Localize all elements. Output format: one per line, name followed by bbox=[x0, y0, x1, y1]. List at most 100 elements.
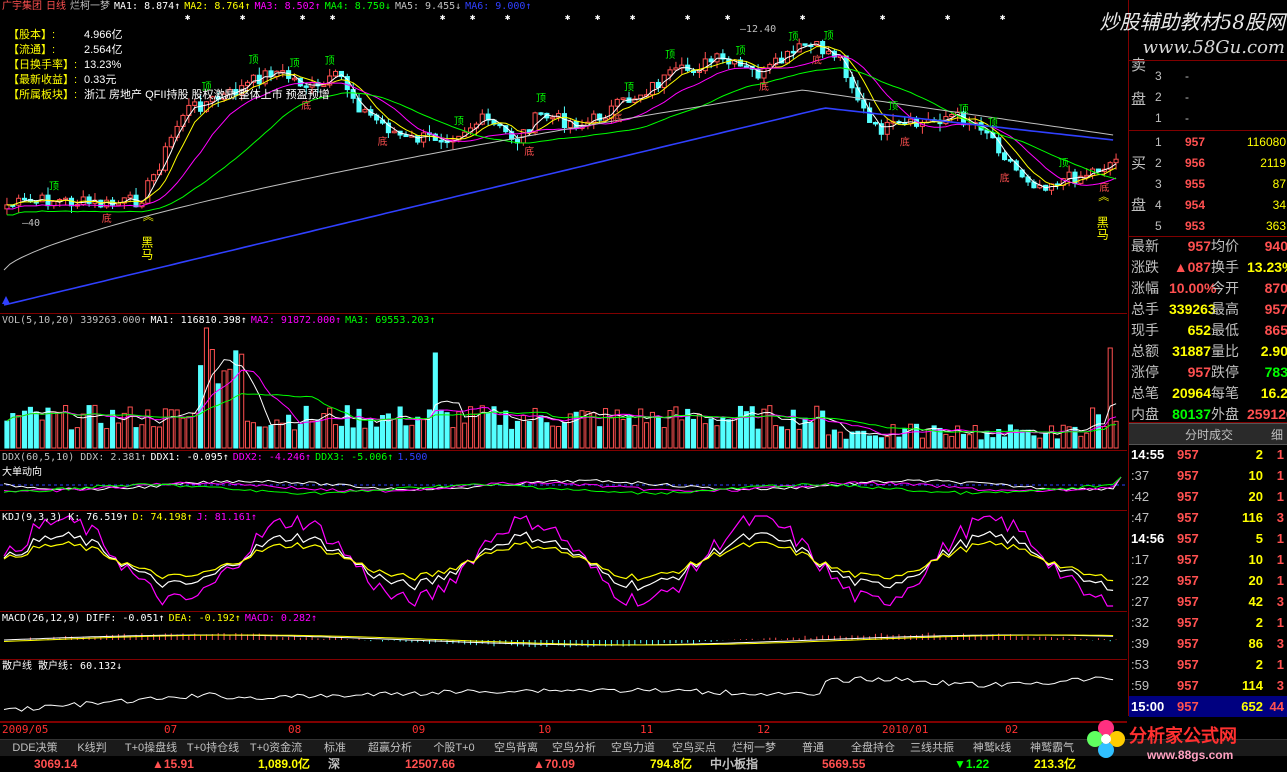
candle-body bbox=[21, 197, 28, 201]
volume-bar bbox=[280, 422, 286, 449]
volume-bar bbox=[127, 406, 133, 449]
watermark-top: 炒股辅助教材58股网 www.58Gu.com bbox=[1099, 10, 1285, 58]
volume-bar bbox=[156, 426, 163, 449]
tick-row: :42 957 20 1 bbox=[1131, 489, 1284, 504]
sidebar-divider bbox=[1129, 60, 1287, 61]
volume-bar bbox=[467, 406, 474, 449]
star-marker: ✱ bbox=[630, 13, 636, 23]
candle-body bbox=[362, 109, 368, 113]
volume-bar bbox=[867, 435, 873, 449]
formula-tab[interactable]: 全盘持仓 bbox=[845, 740, 901, 757]
bottom-marker: 底 bbox=[812, 54, 822, 67]
formula-tab[interactable]: 烂柯一梦 bbox=[727, 740, 781, 757]
volume-bar bbox=[362, 427, 368, 449]
volume-bar bbox=[221, 370, 227, 449]
top-marker: 顶 bbox=[624, 81, 634, 93]
formula-tab[interactable]: DDE决策 bbox=[6, 740, 64, 757]
formula-tab[interactable]: 空鸟力道 bbox=[606, 740, 660, 757]
kdj-chart[interactable] bbox=[0, 511, 1127, 611]
formula-tab[interactable]: T+0操盘线 bbox=[120, 740, 182, 757]
date-label: 09 bbox=[412, 723, 426, 736]
volume-bar bbox=[51, 411, 57, 449]
status-value: 12507.66 bbox=[405, 757, 456, 771]
formula-tab[interactable]: 普通 bbox=[785, 740, 841, 757]
ma-values: MA1: 8.874↑ MA2: 8.764↑ MA3: 8.502↑ MA4: 8.… bbox=[114, 1, 535, 12]
retail-panel[interactable]: 散户线 散户线: 60.132↓ bbox=[0, 660, 1127, 722]
candle-body bbox=[145, 180, 151, 204]
formula-tab[interactable]: 三线共振 bbox=[904, 740, 960, 757]
formula-tab[interactable]: K线判 bbox=[68, 740, 116, 757]
period-label: 日线 bbox=[46, 1, 66, 12]
retail-chart[interactable] bbox=[0, 660, 1127, 721]
volume-bar bbox=[990, 437, 996, 449]
ddx-panel[interactable]: DDX(60,5,10) DDX: 2.381↑ DDX1: -0.095↑ DDX… bbox=[0, 451, 1127, 511]
star-marker: ✱ bbox=[185, 13, 191, 23]
volume-bar bbox=[409, 424, 415, 449]
formula-tab[interactable]: 神鹫k线 bbox=[964, 740, 1020, 757]
kdj-panel[interactable]: KDJ(9,3,3) K: 76.519↑ D: 74.198↑ J: 81.161… bbox=[0, 511, 1127, 612]
date-label: 07 bbox=[164, 723, 178, 736]
volume-bar bbox=[268, 425, 274, 449]
volume-bar bbox=[972, 425, 978, 449]
star-marker: ✱ bbox=[1000, 13, 1006, 23]
kline-panel[interactable]: 顶顶顶顶顶顶顶顶顶顶顶顶顶顶顶顶底底底底底底底底底底 ︽ 黑马 ︽ 黑马 —12.40 —4… bbox=[0, 0, 1127, 314]
candle-body bbox=[127, 194, 133, 199]
volume-bar bbox=[931, 425, 937, 449]
volume-bar bbox=[808, 422, 814, 449]
volume-bar bbox=[767, 405, 773, 449]
tab-time-sales[interactable]: 分时成交 bbox=[1185, 426, 1233, 443]
vol-header-3: MA3: 69553.203↑ bbox=[345, 315, 436, 326]
formula-tab[interactable]: 超赢分析 bbox=[360, 740, 420, 757]
formula-tab[interactable]: T+0资金流 bbox=[243, 740, 309, 757]
volume-bar bbox=[843, 438, 849, 449]
formula-tab[interactable]: 标准 bbox=[313, 740, 357, 757]
volume-bar bbox=[462, 422, 468, 449]
volume-bar bbox=[655, 416, 661, 449]
candle-body bbox=[168, 136, 174, 148]
volume-bar bbox=[773, 425, 779, 449]
top-marker: 顶 bbox=[536, 92, 546, 104]
volume-bar bbox=[21, 410, 28, 449]
info-row: 【流通】: 2.564亿 bbox=[8, 44, 123, 56]
macd-panel[interactable]: MACD(26,12,9) DIFF: -0.051↑ DEA: -0.192↑ M… bbox=[0, 612, 1127, 660]
top-marker: 顶 bbox=[736, 45, 746, 57]
top-marker: 顶 bbox=[888, 101, 898, 113]
volume-bar bbox=[966, 434, 972, 449]
info-row: 【所属板块】: 浙江 房地产 QFII持股 股权激励 整体上市 预盈预增 bbox=[8, 89, 330, 101]
bottom-marker: 底 bbox=[378, 135, 388, 148]
formula-tab[interactable]: 神鹫霸气 bbox=[1024, 740, 1080, 757]
kdj-header: KDJ(9,3,3) K: 76.519↑ D: 74.198↑ J: 81.161… bbox=[2, 511, 261, 524]
ddx-header-2: DDX2: -4.246↑ bbox=[232, 452, 312, 463]
top-marker: 顶 bbox=[788, 31, 798, 43]
formula-tab[interactable]: 空鸟买点 bbox=[665, 740, 723, 757]
formula-tab[interactable]: 个股T+0 bbox=[424, 740, 484, 757]
tick-row: :59 957 114 3 bbox=[1131, 678, 1284, 693]
tick-row: :53 957 2 1 bbox=[1131, 657, 1284, 672]
volume-bar bbox=[896, 436, 902, 449]
date-label: 2010/01 bbox=[882, 723, 929, 736]
top-marker: 顶 bbox=[824, 30, 834, 42]
formula-tab[interactable]: 空鸟分析 bbox=[547, 740, 601, 757]
status-value: 3069.14 bbox=[34, 757, 78, 771]
status-value: 深 bbox=[328, 757, 341, 771]
formula-tab[interactable]: T+0持仓线 bbox=[185, 740, 241, 757]
tab-detail[interactable]: 细 bbox=[1271, 426, 1283, 443]
candle-body bbox=[174, 125, 180, 138]
volume-bar bbox=[532, 407, 538, 449]
volume-bar bbox=[761, 408, 767, 449]
volume-panel[interactable]: VOL(5,10,20) 339263.000↑ MA1: 116810.398↑… bbox=[0, 314, 1127, 451]
volume-bar bbox=[1048, 425, 1055, 449]
dark-horse-arrow: ︽ bbox=[143, 211, 154, 223]
tick-row: :39 957 86 3 bbox=[1131, 636, 1284, 651]
candle-body bbox=[538, 112, 544, 115]
volume-bar bbox=[297, 423, 303, 449]
candle-body bbox=[438, 139, 444, 143]
bottom-marker: 底 bbox=[524, 145, 534, 158]
volume-bar bbox=[415, 416, 421, 449]
formula-tab[interactable]: 空鸟背离 bbox=[489, 740, 543, 757]
dark-horse-arrow: ︽ bbox=[1098, 191, 1109, 203]
star-marker: ✱ bbox=[440, 13, 446, 23]
volume-bar bbox=[1007, 424, 1013, 449]
candle-body bbox=[949, 114, 955, 118]
volume-chart[interactable] bbox=[0, 314, 1127, 450]
